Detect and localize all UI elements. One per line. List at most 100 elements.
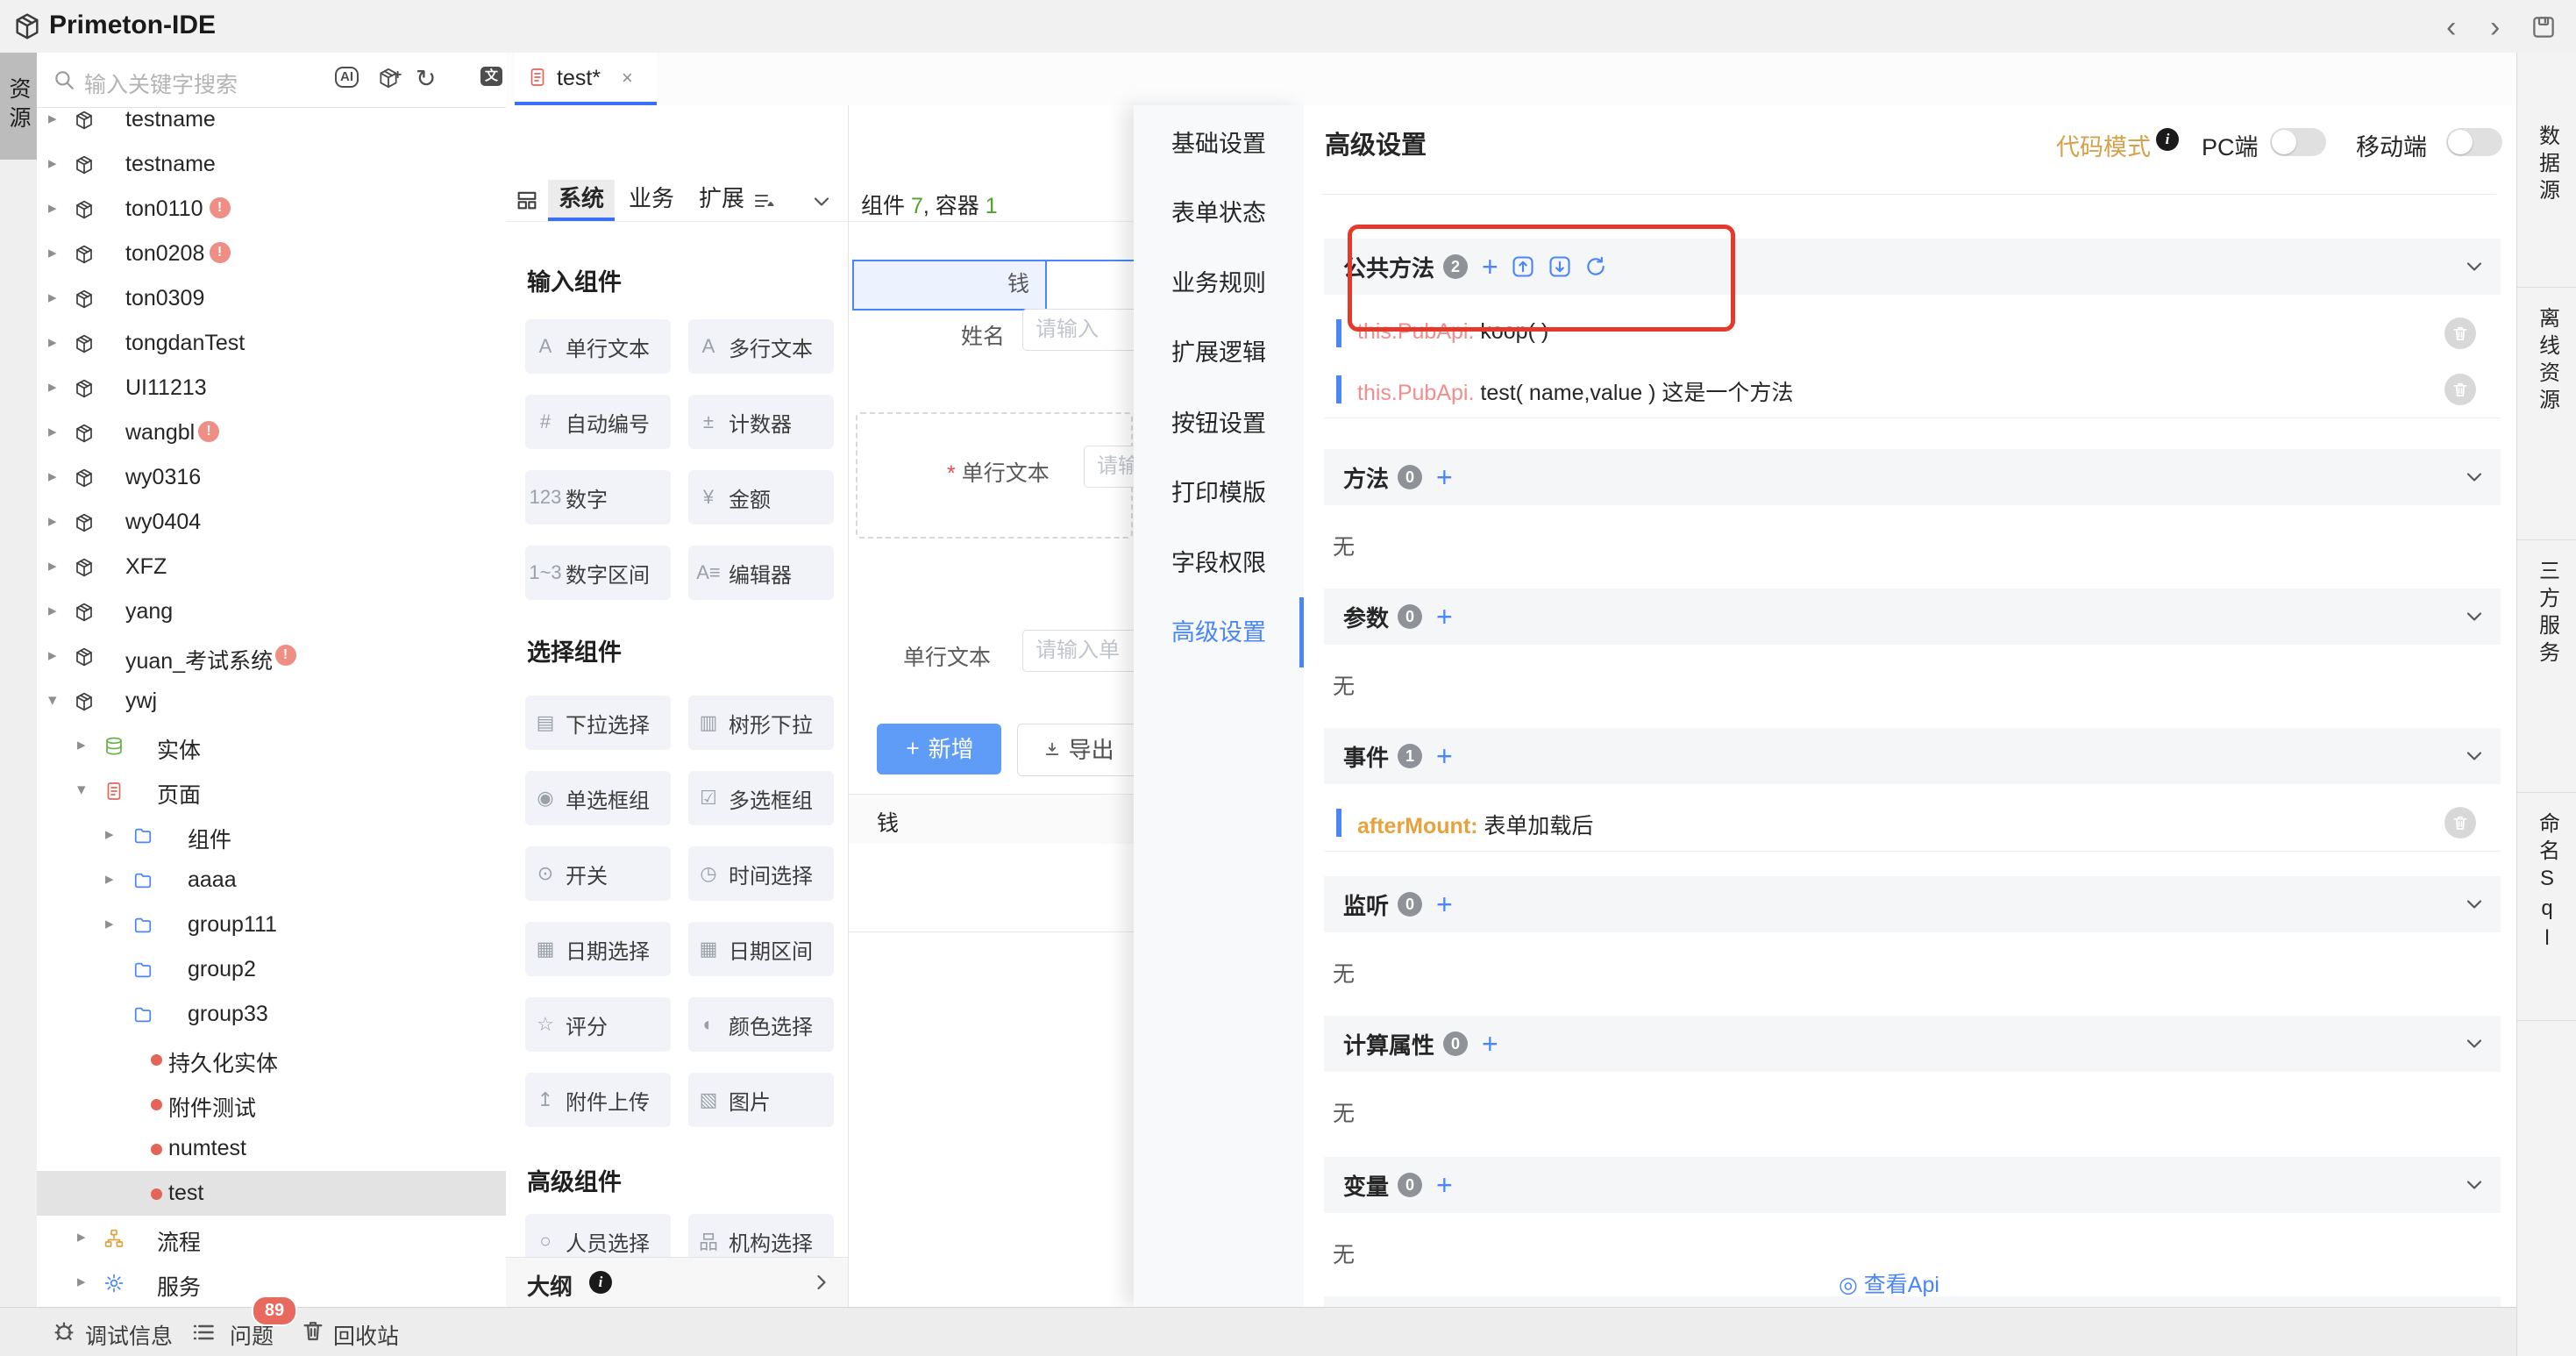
tree-item-[interactable]: ▸实体 <box>37 724 506 768</box>
tree-collapse-arrow[interactable]: ▸ <box>48 110 57 129</box>
tree-item-ton0110[interactable]: ▸ton0110! <box>37 187 506 232</box>
settings-menu-item-1[interactable]: 表单状态 <box>1134 194 1304 232</box>
palette-item-color[interactable]: ◐颜色选择 <box>688 997 834 1052</box>
add-button[interactable]: 新增 <box>877 724 1001 774</box>
palette-item-time[interactable]: ◷时间选择 <box>688 846 834 901</box>
palette-item-image[interactable]: ▧图片 <box>688 1073 834 1127</box>
palette-item-text[interactable]: A单行文本 <box>525 319 671 374</box>
settings-menu-item-4[interactable]: 按钮设置 <box>1134 404 1304 443</box>
tree-collapse-arrow[interactable]: ▸ <box>48 467 57 487</box>
view-api-link[interactable]: ◎ 查看Api <box>1839 1267 1939 1299</box>
settings-menu-item-3[interactable]: 扩展逻辑 <box>1134 333 1304 372</box>
palette-item-editor[interactable]: A≡编辑器 <box>688 546 834 600</box>
palette-item-date[interactable]: ▦日期选择 <box>525 922 671 976</box>
tree-item-aaaa[interactable]: ▸aaaa <box>37 858 506 903</box>
dock-tab-3[interactable]: 命名Sql <box>2517 793 2576 1021</box>
dock-tab-0[interactable]: 数据源 <box>2517 105 2576 288</box>
tree-collapse-arrow[interactable]: ▸ <box>48 244 57 263</box>
tree-item-[interactable]: ▾页面 <box>37 768 506 813</box>
tree-item-ui11213[interactable]: ▸UI11213 <box>37 366 506 410</box>
tree-collapse-arrow[interactable]: ▸ <box>48 289 57 308</box>
tree-item-[interactable]: 持久化实体 <box>37 1037 506 1081</box>
dock-tab-1[interactable]: 离线资源 <box>2517 288 2576 540</box>
tree-item-testname[interactable]: ▸testname <box>37 142 506 187</box>
tree-item-ton0309[interactable]: ▸ton0309 <box>37 276 506 321</box>
tree-collapse-arrow[interactable]: ▸ <box>48 154 57 174</box>
palette-item-money[interactable]: ¥金额 <box>688 470 834 525</box>
tree-collapse-arrow[interactable]: ▸ <box>77 736 86 755</box>
tree-item-[interactable]: ▸流程 <box>37 1216 506 1260</box>
resources-tab[interactable]: 资源 <box>0 53 37 160</box>
tree-collapse-arrow[interactable]: ▸ <box>105 915 114 934</box>
section-header-事件[interactable]: 事件1+ <box>1324 728 2501 784</box>
method-row[interactable]: afterMount: 表单加载后 <box>1324 795 2501 852</box>
search-input[interactable]: 输入关键字搜索 <box>84 68 238 99</box>
tree-expand-arrow[interactable]: ▾ <box>77 781 86 800</box>
delete-icon[interactable] <box>2444 807 2476 839</box>
field-input-text[interactable]: 请输入单 <box>1022 630 1142 672</box>
palette-item-counter[interactable]: ±计数器 <box>688 395 834 449</box>
settings-menu-item-6[interactable]: 字段权限 <box>1134 544 1304 582</box>
palette-item-checkbox-group[interactable]: ☑多选框组 <box>688 771 834 825</box>
tree-collapse-arrow[interactable]: ▸ <box>48 602 57 621</box>
section-header-方法[interactable]: 方法0+ <box>1324 449 2501 505</box>
field-input[interactable] <box>1045 261 1135 309</box>
recycle-bin-icon[interactable] <box>301 1318 325 1347</box>
pc-toggle[interactable] <box>2270 128 2326 156</box>
tree-item-group33[interactable]: group33 <box>37 992 506 1037</box>
tree-item-wangbl[interactable]: ▸wangbl! <box>37 410 506 455</box>
outline-bar[interactable]: 大纲 i <box>506 1257 848 1308</box>
tree-item-[interactable]: ▸组件 <box>37 813 506 858</box>
palette-item-upload[interactable]: ↥附件上传 <box>525 1073 671 1127</box>
settings-menu-item-0[interactable]: 基础设置 <box>1134 125 1304 163</box>
tree-item-yuan_[interactable]: ▸yuan_考试系统! <box>37 634 506 679</box>
settings-menu-item-2[interactable]: 业务规则 <box>1134 264 1304 303</box>
method-row[interactable]: this.PubApi. test( name,value ) 这是一个方法 <box>1324 361 2501 418</box>
dock-tab-2[interactable]: 三方服务 <box>2517 540 2576 793</box>
section-header-计算属性[interactable]: 计算属性0+ <box>1324 1016 2501 1072</box>
save-icon[interactable] <box>2530 14 2557 45</box>
tree-item-wy0316[interactable]: ▸wy0316 <box>37 455 506 500</box>
palette-item-person[interactable]: ○人员选择 <box>525 1214 671 1257</box>
delete-icon[interactable] <box>2444 374 2476 405</box>
palette-item-org[interactable]: 品机构选择 <box>688 1214 834 1257</box>
outline-expand-icon[interactable] <box>811 1272 832 1297</box>
translate-icon[interactable]: 文 <box>480 67 502 86</box>
tree-item-yang[interactable]: ▸yang <box>37 589 506 634</box>
field-input-name[interactable]: 请输入 <box>1022 309 1142 351</box>
delete-icon[interactable] <box>2444 318 2476 349</box>
tree-item-ton0208[interactable]: ▸ton0208! <box>37 232 506 276</box>
palette-tab-系统[interactable]: 系统 <box>548 180 615 218</box>
tree-collapse-arrow[interactable]: ▸ <box>48 512 57 532</box>
debug-info-icon[interactable] <box>51 1318 77 1349</box>
tree-item-xfz[interactable]: ▸XFZ <box>37 545 506 589</box>
tree-item-ywj[interactable]: ▾ywj <box>37 679 506 724</box>
export-button[interactable]: 导出 <box>1017 724 1140 776</box>
palette-item-switch[interactable]: ⊙开关 <box>525 846 671 901</box>
section-header-变量[interactable]: 变量0+ <box>1324 1157 2501 1213</box>
tree-item-test[interactable]: test <box>37 1171 506 1216</box>
tree-item-group111[interactable]: ▸group111 <box>37 903 506 947</box>
section-header-监听[interactable]: 监听0+ <box>1324 876 2501 932</box>
palette-item-autonumber[interactable]: #自动编号 <box>525 395 671 449</box>
palette-item-tree-select[interactable]: ▥树形下拉 <box>688 696 834 750</box>
tree-collapse-arrow[interactable]: ▸ <box>77 1273 86 1292</box>
palette-tab-扩展[interactable]: 扩展 <box>688 180 755 218</box>
recycle-bin-label[interactable]: 回收站 <box>333 1319 399 1351</box>
tab-test[interactable]: test* × <box>515 53 657 105</box>
palette-item-rating[interactable]: ☆评分 <box>525 997 671 1052</box>
tree-collapse-arrow[interactable]: ▸ <box>105 870 114 889</box>
tree-collapse-arrow[interactable]: ▸ <box>105 825 114 845</box>
component-grid-icon[interactable] <box>515 188 539 217</box>
code-mode-link[interactable]: 代码模式 <box>2056 128 2151 162</box>
refresh-icon[interactable]: ↻ <box>416 64 436 93</box>
settings-menu-item-7[interactable]: 高级设置 <box>1134 613 1304 652</box>
tree-item-tongdantest[interactable]: ▸tongdanTest <box>37 321 506 366</box>
tab-close-icon[interactable]: × <box>622 67 633 89</box>
tree-collapse-arrow[interactable]: ▸ <box>48 557 57 576</box>
nav-forward-icon[interactable]: › <box>2490 12 2500 42</box>
new-package-icon[interactable]: + <box>377 67 408 94</box>
tree-collapse-arrow[interactable]: ▸ <box>48 423 57 442</box>
debug-info-label[interactable]: 调试信息 <box>85 1319 173 1351</box>
ai-assistant-icon[interactable]: AI <box>335 67 359 88</box>
